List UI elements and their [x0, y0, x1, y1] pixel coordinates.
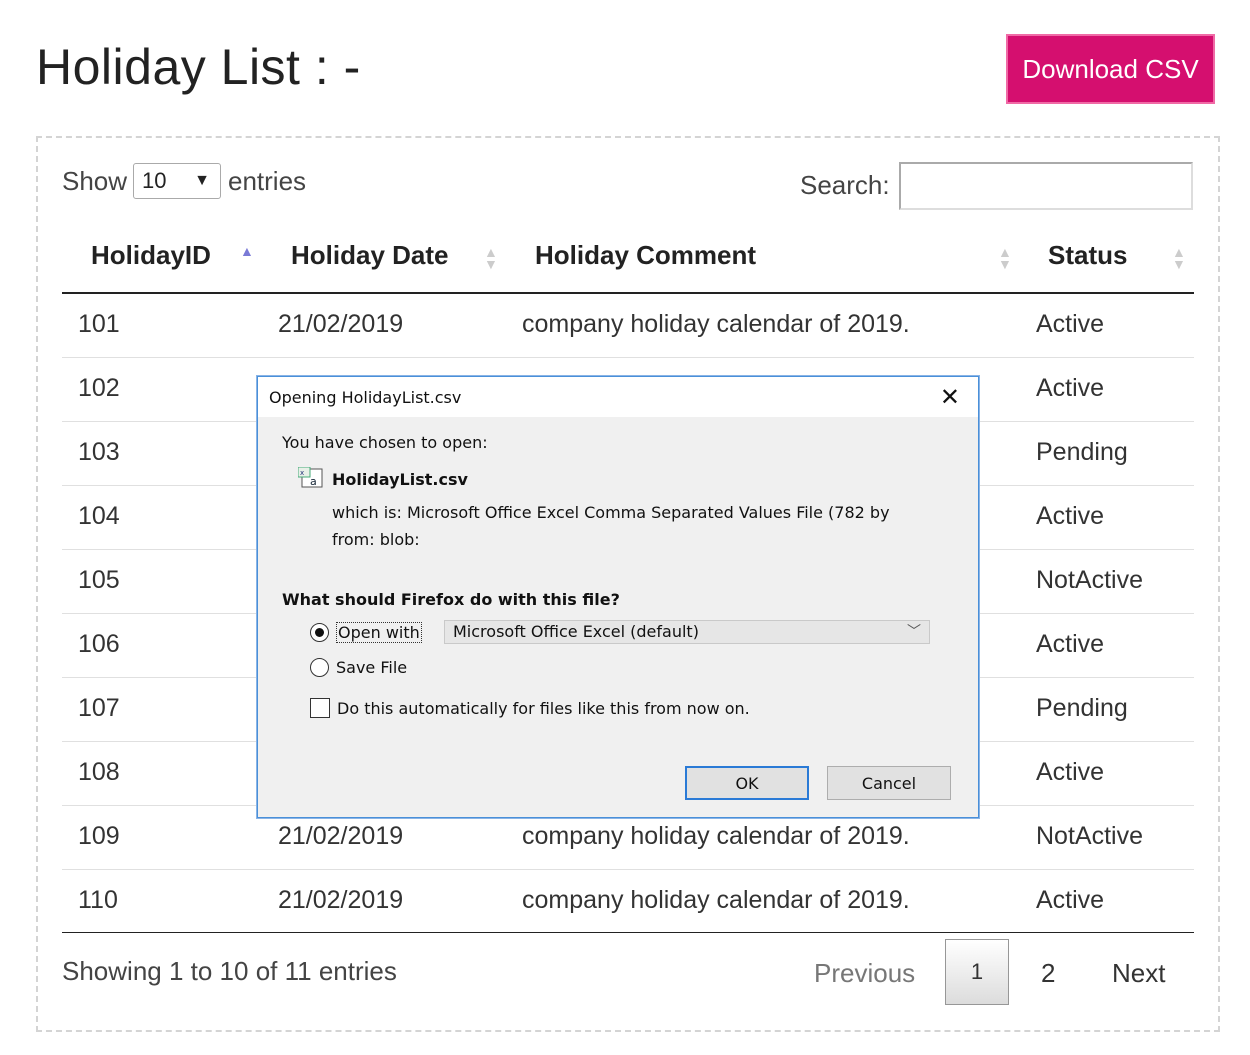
cancel-button[interactable]: Cancel	[827, 766, 951, 800]
file-type-text: which is: Microsoft Office Excel Comma S…	[332, 503, 890, 522]
open-with-label-text: Open with	[336, 622, 422, 643]
cell-status: Active	[1036, 310, 1105, 338]
cell-date: 21/02/2019	[278, 310, 404, 338]
dialog-question: What should Firefox do with this file?	[282, 590, 620, 609]
header-holiday-id[interactable]: HolidayID	[91, 240, 211, 271]
excel-file-icon: x a	[298, 467, 323, 488]
show-label: Show	[62, 166, 128, 196]
close-icon[interactable]: ✕	[940, 383, 960, 411]
cell-id: 108	[78, 758, 120, 786]
cell-status: Pending	[1036, 694, 1128, 722]
pagination-page-2[interactable]: 2	[1041, 958, 1055, 989]
cell-status: Active	[1036, 502, 1105, 530]
cell-id: 110	[78, 886, 118, 914]
pagination-previous[interactable]: Previous	[814, 958, 915, 989]
chosen-to-open-text: You have chosen to open:	[282, 433, 488, 452]
open-with-app-value: Microsoft Office Excel (default)	[453, 622, 699, 641]
cell-id: 109	[78, 822, 120, 850]
cell-id: 105	[78, 566, 120, 594]
cell-status: NotActive	[1036, 822, 1143, 850]
file-source-text: from: blob:	[332, 530, 420, 549]
cell-status: Pending	[1036, 438, 1128, 466]
pagination-next[interactable]: Next	[1112, 958, 1165, 989]
table-row: 110 21/02/2019 company holiday calendar …	[62, 870, 1194, 934]
search-input[interactable]	[899, 162, 1193, 210]
cell-status: NotActive	[1036, 566, 1143, 594]
cell-status: Active	[1036, 886, 1105, 914]
table-info: Showing 1 to 10 of 11 entries	[62, 956, 397, 986]
cell-comment: company holiday calendar of 2019.	[522, 886, 910, 914]
page-title: Holiday List : -	[36, 39, 361, 95]
cell-status: Active	[1036, 630, 1105, 658]
entries-label: entries	[228, 166, 307, 196]
cell-id: 107	[78, 694, 120, 722]
header-holiday-comment[interactable]: Holiday Comment	[535, 240, 756, 271]
page-size-select[interactable]: 10 ▼	[133, 163, 221, 199]
save-file-label[interactable]: Save File	[336, 658, 407, 677]
header-holiday-date[interactable]: Holiday Date	[291, 240, 449, 271]
svg-text:a: a	[310, 475, 317, 488]
cell-date: 21/02/2019	[278, 886, 404, 914]
cell-id: 103	[78, 438, 120, 466]
auto-checkbox-label[interactable]: Do this automatically for files like thi…	[337, 699, 750, 718]
ok-button[interactable]: OK	[685, 766, 809, 800]
cell-date: 21/02/2019	[278, 822, 404, 850]
cell-id: 102	[78, 374, 120, 402]
download-csv-button[interactable]: Download CSV	[1006, 34, 1215, 104]
pagination-current-page[interactable]: 1	[945, 939, 1009, 1005]
caret-down-icon: ▼	[194, 172, 210, 189]
open-with-radio[interactable]	[310, 623, 329, 642]
cell-comment: company holiday calendar of 2019.	[522, 822, 910, 850]
dialog-filename: HolidayList.csv	[332, 470, 468, 489]
cell-id: 106	[78, 630, 120, 658]
table-bottom-divider	[62, 932, 1194, 933]
open-with-label[interactable]: Open with	[336, 622, 422, 643]
sort-asc-icon[interactable]: ▲	[240, 244, 254, 258]
search-label: Search:	[800, 170, 890, 200]
save-file-radio[interactable]	[310, 658, 329, 677]
sort-both-icon[interactable]: ▲ ▼	[1172, 245, 1186, 271]
page-size-value: 10	[142, 168, 167, 193]
open-with-app-select[interactable]: Microsoft Office Excel (default) ﹀	[444, 620, 930, 644]
cell-status: Active	[1036, 758, 1105, 786]
table-row: 101 21/02/2019 company holiday calendar …	[62, 294, 1194, 358]
sort-both-icon[interactable]: ▲ ▼	[484, 245, 498, 271]
dialog-titlebar: Opening HolidayList.csv ✕	[258, 377, 978, 417]
cell-id: 101	[78, 310, 120, 338]
dialog-title: Opening HolidayList.csv	[269, 388, 462, 407]
chevron-down-icon: ﹀	[907, 624, 921, 640]
sort-both-icon[interactable]: ▲ ▼	[998, 245, 1012, 271]
header-status[interactable]: Status	[1048, 240, 1127, 271]
auto-checkbox[interactable]	[310, 698, 330, 718]
cell-comment: company holiday calendar of 2019.	[522, 310, 910, 338]
cell-id: 104	[78, 502, 120, 530]
open-file-dialog: Opening HolidayList.csv ✕ You have chose…	[257, 376, 979, 818]
svg-text:x: x	[300, 469, 304, 477]
cell-status: Active	[1036, 374, 1105, 402]
